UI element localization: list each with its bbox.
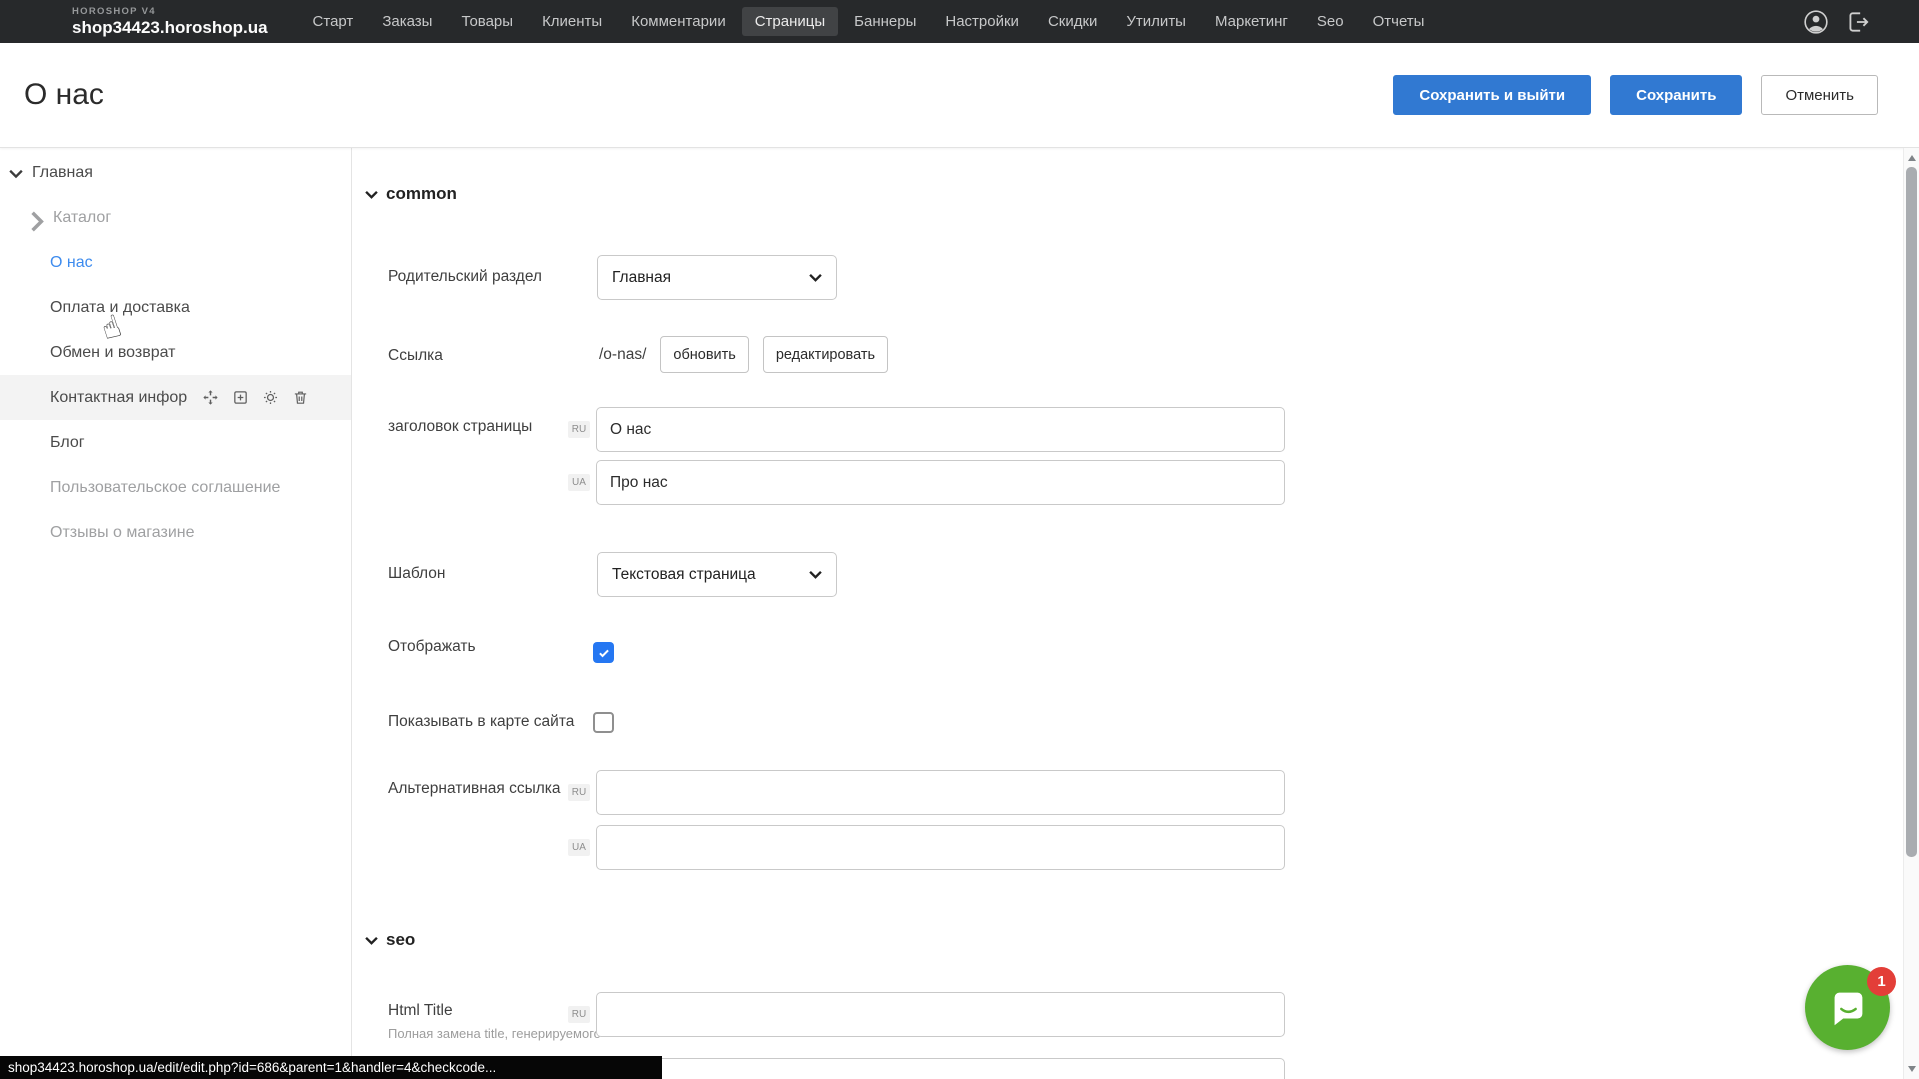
link-status-bar: shop34423.horoshop.ua/edit/edit.php?id=6… <box>0 1056 662 1079</box>
section-common-toggle[interactable]: common <box>365 184 457 204</box>
pages-tree-sidebar: Главная Каталог О нас Оплата и доставка … <box>0 148 352 1079</box>
alt-link-label: Альтернативная ссылка <box>388 780 561 798</box>
section-seo-title: seo <box>386 930 415 950</box>
section-common-title: common <box>386 184 457 204</box>
brand-domain: shop34423.horoshop.ua <box>72 19 268 36</box>
sitemap-label: Показывать в карте сайта <box>388 713 574 731</box>
top-navigation-bar: HOROSHOP V4 shop34423.horoshop.ua Старт … <box>0 0 1919 43</box>
chevron-down-icon <box>365 190 378 199</box>
settings-gear-icon[interactable] <box>262 389 279 406</box>
nav-item-comments[interactable]: Комментарии <box>618 7 738 36</box>
sidebar-item-o-nas[interactable]: О нас <box>0 240 351 285</box>
top-menu: Старт Заказы Товары Клиенты Комментарии … <box>300 7 1438 36</box>
page-title-ua-input[interactable] <box>596 460 1285 505</box>
sidebar-item-label: Отзывы о магазине <box>50 524 195 542</box>
scroll-down-arrow-icon[interactable] <box>1908 1066 1916 1072</box>
sidebar-item-kontaktnaya-informatsiya[interactable]: Контактная инфор <box>0 375 351 420</box>
nav-item-orders[interactable]: Заказы <box>369 7 445 36</box>
chevron-down-icon <box>809 570 822 579</box>
parent-section-value: Главная <box>612 269 671 287</box>
chevron-down-icon <box>365 936 378 945</box>
nav-item-start[interactable]: Старт <box>300 7 367 36</box>
parent-section-select[interactable]: Главная <box>597 255 837 300</box>
sidebar-item-label: О нас <box>50 254 93 272</box>
page-title: О нас <box>24 78 104 112</box>
nav-item-banners[interactable]: Баннеры <box>841 7 929 36</box>
link-label: Ссылка <box>388 347 443 365</box>
sidebar-item-katalog[interactable]: Каталог <box>0 195 351 240</box>
user-account-icon[interactable] <box>1803 9 1829 35</box>
save-button[interactable]: Сохранить <box>1610 75 1742 115</box>
sidebar-item-glavnaya[interactable]: Главная <box>0 150 351 195</box>
delete-trash-icon[interactable] <box>292 389 309 406</box>
nav-item-discounts[interactable]: Скидки <box>1035 7 1110 36</box>
support-chat-button[interactable]: 1 <box>1805 965 1890 1050</box>
scrollbar-thumb[interactable] <box>1906 167 1917 857</box>
lang-tag-ua: UA <box>568 474 590 491</box>
html-title-ua-input[interactable] <box>596 1058 1285 1079</box>
sidebar-item-obmen-i-vozvrat[interactable]: Обмен и возврат <box>0 330 351 375</box>
nav-item-marketing[interactable]: Маркетинг <box>1202 7 1301 36</box>
add-page-icon[interactable] <box>232 389 249 406</box>
nav-item-pages[interactable]: Страницы <box>742 7 838 36</box>
lang-tag-ru: RU <box>568 421 590 438</box>
html-title-ru-input[interactable] <box>596 992 1285 1037</box>
sidebar-item-label: Оплата и доставка <box>50 299 190 317</box>
lang-tag-ru: RU <box>568 784 590 801</box>
page-edit-form: common Родительский раздел Главная Ссылк… <box>353 148 1903 1079</box>
sidebar-item-label: Пользовательское соглашение <box>50 479 280 497</box>
page-title-ru-input[interactable] <box>596 407 1285 452</box>
nav-item-seo[interactable]: Seo <box>1304 7 1357 36</box>
link-path-value: /o-nas/ <box>599 346 646 364</box>
link-refresh-button[interactable]: обновить <box>660 336 748 373</box>
sidebar-item-otzyvy-o-magazine[interactable]: Отзывы о магазине <box>0 510 351 555</box>
save-and-exit-button[interactable]: Сохранить и выйти <box>1393 75 1591 115</box>
html-title-label: Html Title <box>388 1002 453 1020</box>
chevron-down-icon[interactable] <box>9 166 23 180</box>
sidebar-item-label: Каталог <box>53 209 111 227</box>
sitemap-checkbox[interactable] <box>593 712 614 733</box>
page-header: О нас Сохранить и выйти Сохранить Отмени… <box>0 43 1919 148</box>
lang-tag-ru: RU <box>568 1006 590 1023</box>
link-edit-button[interactable]: редактировать <box>763 336 888 373</box>
display-checkbox[interactable] <box>593 642 614 663</box>
chat-bubble-icon <box>1825 985 1871 1031</box>
template-select[interactable]: Текстовая страница <box>597 552 837 597</box>
brand-logo[interactable]: HOROSHOP V4 shop34423.horoshop.ua <box>72 7 268 36</box>
nav-item-products[interactable]: Товары <box>448 7 526 36</box>
parent-section-label: Родительский раздел <box>388 268 542 286</box>
chevron-down-icon <box>809 273 822 282</box>
brand-version-label: HOROSHOP V4 <box>72 7 268 17</box>
vertical-scrollbar[interactable] <box>1903 148 1919 1079</box>
move-icon[interactable] <box>202 389 219 406</box>
chat-notification-badge: 1 <box>1867 967 1896 996</box>
nav-item-utilities[interactable]: Утилиты <box>1113 7 1199 36</box>
section-seo-toggle[interactable]: seo <box>365 930 415 950</box>
alt-link-ua-input[interactable] <box>596 825 1285 870</box>
alt-link-ru-input[interactable] <box>596 770 1285 815</box>
chevron-right-icon[interactable] <box>30 211 44 225</box>
sidebar-item-label: Контактная инфор <box>50 389 187 407</box>
page-title-field-label: заголовок страницы <box>388 418 532 436</box>
nav-item-reports[interactable]: Отчеты <box>1360 7 1438 36</box>
sidebar-item-label: Блог <box>50 434 85 452</box>
sidebar-item-label: Главная <box>32 164 93 182</box>
cancel-button[interactable]: Отменить <box>1761 75 1878 115</box>
logout-icon[interactable] <box>1845 9 1871 35</box>
scroll-up-arrow-icon[interactable] <box>1908 155 1916 161</box>
nav-item-clients[interactable]: Клиенты <box>529 7 615 36</box>
sidebar-item-polzovatelskoe-soglashenie[interactable]: Пользовательское соглашение <box>0 465 351 510</box>
lang-tag-ua: UA <box>568 839 590 856</box>
template-value: Текстовая страница <box>612 566 756 584</box>
display-label: Отображать <box>388 638 476 656</box>
sidebar-item-blog[interactable]: Блог <box>0 420 351 465</box>
sidebar-item-label: Обмен и возврат <box>50 344 175 362</box>
status-url: shop34423.horoshop.ua/edit/edit.php?id=6… <box>8 1060 496 1075</box>
template-label: Шаблон <box>388 565 445 583</box>
sidebar-item-oplata-i-dostavka[interactable]: Оплата и доставка <box>0 285 351 330</box>
check-icon <box>597 646 611 660</box>
nav-item-settings[interactable]: Настройки <box>932 7 1032 36</box>
